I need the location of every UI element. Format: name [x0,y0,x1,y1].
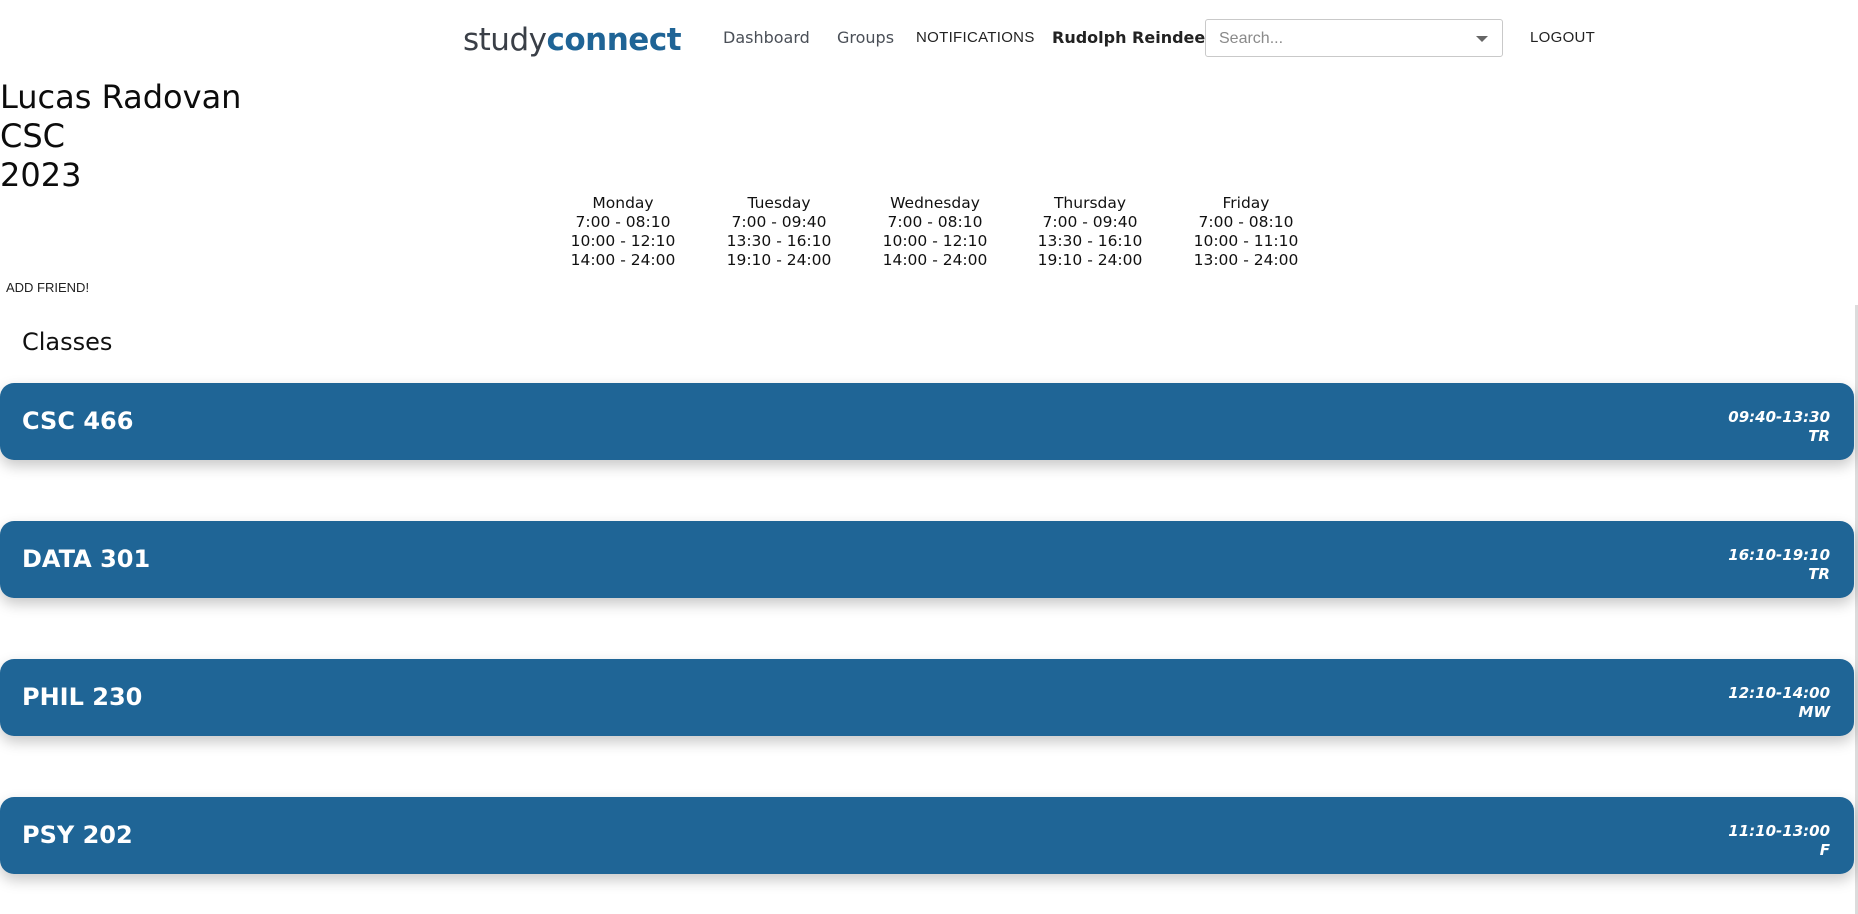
classes-heading: Classes [22,328,113,356]
top-nav: studyconnect Dashboard Groups NOTIFICATI… [0,0,1858,76]
class-time: 16:10-19:10 [1728,546,1830,564]
search-select[interactable] [1205,19,1503,57]
day-label: Wednesday [890,194,980,212]
studyconnect-logo[interactable]: studyconnect [463,16,682,64]
nav-groups-link[interactable]: Groups [837,28,894,47]
time-slot: 7:00 - 08:10 [1198,213,1294,231]
day-column-wednesday: Wednesday 7:00 - 08:10 10:00 - 12:10 14:… [857,194,1013,270]
search-input[interactable] [1207,21,1471,57]
logout-link[interactable]: LOGOUT [1530,29,1595,46]
logo-connect: connect [546,22,682,58]
time-slot: 10:00 - 12:10 [570,232,676,250]
class-card[interactable]: CSC 466 09:40-13:30 TR [0,383,1854,460]
class-time: 09:40-13:30 [1728,408,1830,426]
class-time: 12:10-14:00 [1728,684,1830,702]
day-column-tuesday: Tuesday 7:00 - 09:40 13:30 - 16:10 19:10… [701,194,857,270]
class-days: MW [1798,703,1830,721]
class-name: PHIL 230 [22,683,143,711]
nav-dashboard-link[interactable]: Dashboard [723,28,810,47]
time-slot: 7:00 - 09:40 [1042,213,1138,231]
time-slot: 10:00 - 12:10 [882,232,988,250]
day-label: Thursday [1053,194,1127,212]
time-slot: 13:00 - 24:00 [1193,251,1299,269]
time-slot: 14:00 - 24:00 [882,251,988,269]
time-slot: 13:30 - 16:10 [726,232,832,250]
profile-year: 2023 [0,156,82,194]
chevron-down-icon[interactable] [1476,36,1488,42]
time-slot: 14:00 - 24:00 [570,251,676,269]
day-label: Monday [592,194,654,212]
class-name: DATA 301 [22,545,151,573]
time-slot: 13:30 - 16:10 [1037,232,1143,250]
time-slot: 7:00 - 08:10 [575,213,671,231]
class-name: CSC 466 [22,407,134,435]
day-column-thursday: Thursday 7:00 - 09:40 13:30 - 16:10 19:1… [1012,194,1168,270]
logo-study: study [463,22,547,58]
nav-notifications-link[interactable]: NOTIFICATIONS [916,29,1035,46]
current-user-name[interactable]: Rudolph Reindeer [1052,28,1213,47]
day-column-friday: Friday 7:00 - 08:10 10:00 - 11:10 13:00 … [1168,194,1324,270]
day-label: Friday [1222,194,1270,212]
profile-name: Lucas Radovan [0,78,242,116]
class-card[interactable]: PSY 202 11:10-13:00 F [0,797,1854,874]
class-days: TR [1808,427,1830,445]
day-column-monday: Monday 7:00 - 08:10 10:00 - 12:10 14:00 … [545,194,701,270]
time-slot: 19:10 - 24:00 [1037,251,1143,269]
time-slot: 7:00 - 08:10 [887,213,983,231]
class-card[interactable]: DATA 301 16:10-19:10 TR [0,521,1854,598]
time-slot: 19:10 - 24:00 [726,251,832,269]
profile-header: Lucas Radovan CSC 2023 [0,78,241,195]
class-time: 11:10-13:00 [1728,822,1830,840]
class-days: TR [1808,565,1830,583]
day-label: Tuesday [747,194,811,212]
class-card[interactable]: PHIL 230 12:10-14:00 MW [0,659,1854,736]
add-friend-button[interactable]: ADD FRIEND! [6,280,89,295]
time-slot: 10:00 - 11:10 [1193,232,1299,250]
class-name: PSY 202 [22,821,133,849]
class-days: F [1819,841,1830,859]
profile-major: CSC [0,117,65,155]
time-slot: 7:00 - 09:40 [731,213,827,231]
